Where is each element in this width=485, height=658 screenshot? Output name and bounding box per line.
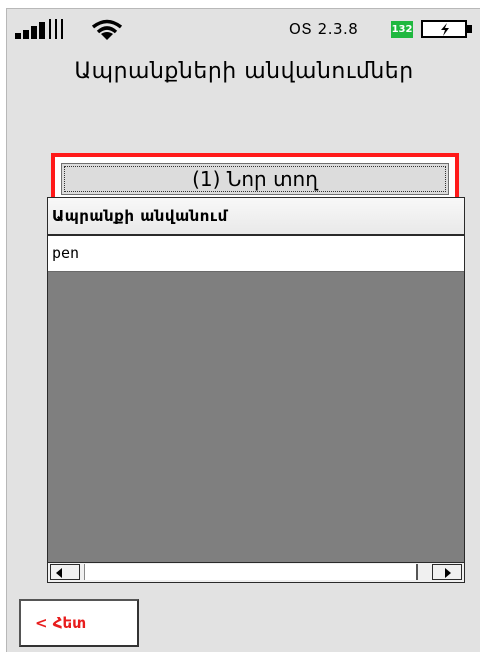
- back-button[interactable]: < Հետ: [19, 599, 139, 647]
- products-table[interactable]: Ապրանքի անվանում pen: [47, 197, 465, 583]
- device-screen: ՕՏ 2.3.8 132 Ապրանքների անվանումներ (1) …: [6, 8, 480, 652]
- new-row-button[interactable]: (1) Նոր տող: [61, 163, 449, 195]
- page-title: Ապրանքների անվանումներ: [74, 59, 414, 84]
- arrow-right-icon: [445, 568, 451, 578]
- horizontal-scrollbar[interactable]: [48, 562, 464, 582]
- column-header-product-name[interactable]: Ապրանքի անվանում: [48, 198, 464, 236]
- arrow-left-icon: [56, 568, 62, 578]
- battery-charging-icon: [421, 20, 467, 38]
- battery-terminal: [467, 25, 472, 33]
- scroll-left-button[interactable]: [50, 564, 80, 580]
- table-row[interactable]: pen: [48, 236, 464, 272]
- os-version-label: ՕՏ 2.3.8: [289, 20, 359, 38]
- wifi-icon: [91, 19, 123, 45]
- status-bar: ՕՏ 2.3.8 132: [7, 9, 481, 45]
- scrollbar-thumb[interactable]: [84, 564, 418, 580]
- counter-badge: 132: [391, 21, 413, 38]
- scroll-right-button[interactable]: [432, 564, 462, 580]
